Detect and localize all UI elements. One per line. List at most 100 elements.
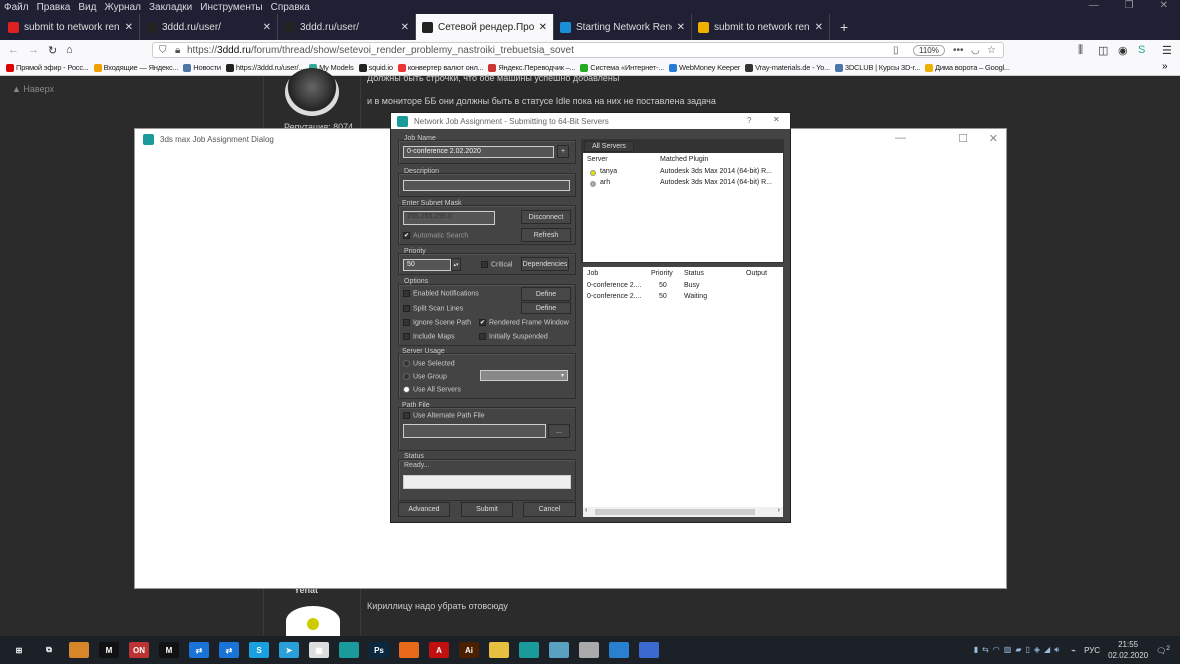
add-job-button[interactable]: + — [557, 145, 569, 158]
server-row[interactable]: arh Autodesk 3ds Max 2014 (64-bit) R... — [583, 179, 783, 190]
star-icon[interactable]: ☆ — [987, 45, 996, 56]
include-maps-checkbox[interactable]: Include Maps — [403, 333, 455, 340]
taskbar-app-icon[interactable] — [339, 642, 359, 658]
library-icon[interactable]: ⫼ — [1078, 44, 1083, 57]
job-row[interactable]: 0-conference 2.... 50 Waiting — [583, 293, 783, 304]
column-header-server[interactable]: Server — [587, 156, 608, 163]
group-dropdown[interactable]: ▾ — [480, 370, 568, 381]
priority-spinner[interactable]: 50 — [403, 259, 451, 271]
menu-item[interactable]: Закладки — [149, 2, 192, 13]
browse-button[interactable]: ... — [548, 424, 570, 438]
taskbar-app-icon[interactable]: ON — [129, 642, 149, 658]
zoom-level[interactable]: 110% — [913, 45, 945, 56]
automatic-search-checkbox[interactable]: ✔ Automatic Search — [403, 232, 468, 239]
menu-item[interactable]: Справка — [271, 2, 310, 13]
rendered-frame-window-checkbox[interactable]: ✔ Rendered Frame Window — [479, 319, 569, 326]
browser-tab[interactable]: Сетевой рендер.Проблемы н ✕ — [416, 14, 554, 40]
taskbar-app-icon[interactable] — [549, 642, 569, 658]
reload-icon[interactable]: ↻ — [48, 44, 57, 57]
user-avatar[interactable] — [286, 606, 340, 636]
browser-tab[interactable]: 3ddd.ru/user/ ✕ — [140, 14, 278, 40]
browser-tab[interactable]: submit to network render: 11 т ✕ — [692, 14, 830, 40]
task-view-button[interactable]: ⧉ — [39, 642, 59, 658]
bookmark[interactable]: конвертер валют онл... — [397, 63, 484, 72]
pocket-icon[interactable]: ◡ — [971, 45, 980, 56]
critical-checkbox[interactable]: Critical — [481, 261, 512, 268]
clock[interactable]: 21:55 02.02.2020 — [1108, 639, 1148, 661]
taskbar-app-icon[interactable] — [609, 642, 629, 658]
close-icon[interactable]: ✕ — [989, 132, 998, 145]
dependencies-button[interactable]: Dependencies — [521, 257, 569, 271]
sidebar-icon[interactable]: ◫ — [1098, 44, 1108, 57]
horizontal-scrollbar[interactable]: ‹ › — [583, 507, 783, 517]
taskbar-app-icon[interactable] — [579, 642, 599, 658]
browser-tab[interactable]: 3ddd.ru/user/ ✕ — [278, 14, 416, 40]
reader-icon[interactable]: ▯ — [893, 45, 899, 56]
taskbar-app-icon[interactable] — [399, 642, 419, 658]
bookmarks-overflow-icon[interactable]: » — [1162, 61, 1168, 72]
close-tab-icon[interactable]: ✕ — [125, 22, 133, 33]
bookmark[interactable]: WebMoney Keeper — [669, 63, 740, 72]
description-input[interactable] — [403, 180, 570, 191]
taskbar-app-icon[interactable] — [489, 642, 509, 658]
path-file-input[interactable] — [403, 424, 546, 438]
job-row[interactable]: 0-conference 2.... 50 Busy — [583, 282, 783, 293]
bookmark[interactable]: Яндекс.Переводчик –... — [488, 63, 575, 72]
minimize-icon[interactable]: — — [1089, 0, 1099, 14]
taskbar-app-icon[interactable]: M — [99, 642, 119, 658]
menu-item[interactable]: Инструменты — [200, 2, 262, 13]
close-icon[interactable]: ✕ — [773, 115, 780, 124]
menu-item[interactable]: Вид — [78, 2, 96, 13]
job-name-input[interactable]: 0-conference 2.02.2020 — [403, 146, 554, 158]
split-scan-lines-checkbox[interactable]: Split Scan Lines — [403, 305, 463, 312]
taskbar-app-icon[interactable] — [69, 642, 89, 658]
taskbar-app-icon[interactable] — [639, 642, 659, 658]
user-avatar[interactable] — [285, 68, 339, 116]
account-icon[interactable]: ◉ — [1118, 44, 1128, 57]
spinner-arrows-icon[interactable]: ▴▾ — [451, 258, 461, 271]
bookmark[interactable]: Vray-materials.de - Yo... — [745, 63, 830, 72]
menu-item[interactable]: Файл — [4, 2, 29, 13]
restore-icon[interactable]: ❐ — [1125, 0, 1134, 14]
more-icon[interactable]: ••• — [953, 45, 964, 56]
taskbar-app-icon[interactable]: A — [429, 642, 449, 658]
enabled-notifications-checkbox[interactable]: Enabled Notifications — [403, 290, 479, 297]
start-button[interactable]: ⊞ — [9, 642, 29, 658]
new-tab-button[interactable]: + — [830, 14, 858, 40]
browser-tab[interactable]: submit to network render — Я ✕ — [2, 14, 140, 40]
minimize-icon[interactable]: — — [895, 132, 906, 144]
use-group-radio[interactable]: Use Group — [403, 373, 447, 380]
back-icon[interactable]: ← — [8, 44, 19, 56]
refresh-button[interactable]: Refresh — [521, 228, 571, 242]
taskbar-app-icon[interactable]: Ai — [459, 642, 479, 658]
tray-icons[interactable]: ▮⇆◠▨▰▯◈◢🔊︎ — [974, 645, 1064, 655]
cancel-button[interactable]: Cancel — [523, 502, 576, 517]
bookmark[interactable]: Система «Интернет-... — [580, 63, 664, 72]
close-tab-icon[interactable]: ✕ — [539, 22, 547, 33]
close-tab-icon[interactable]: ✕ — [263, 22, 271, 33]
maximize-icon[interactable]: ☐ — [958, 132, 968, 145]
close-icon[interactable]: ✕ — [1160, 0, 1168, 14]
subnet-input[interactable]: 255.255.255.0 — [403, 211, 495, 225]
bookmark[interactable]: 3DCLUB | Курсы 3D-r... — [834, 63, 920, 72]
bookmark[interactable]: Дима ворота – Googl... — [925, 63, 1010, 72]
column-header-job[interactable]: Job — [587, 270, 598, 277]
column-header-status[interactable]: Status — [684, 270, 704, 277]
close-tab-icon[interactable]: ✕ — [815, 22, 823, 33]
use-alternate-path-checkbox[interactable]: Use Alternate Path File — [403, 412, 485, 419]
back-to-top-link[interactable]: ▲ Наверх — [12, 84, 54, 94]
hamburger-menu-icon[interactable]: ☰ — [1162, 44, 1172, 57]
notifications-icon[interactable]: 🗨︎2 — [1156, 645, 1170, 656]
bookmark[interactable]: https://3ddd.ru/user/... — [225, 63, 304, 72]
server-row[interactable]: tanya Autodesk 3ds Max 2014 (64-bit) R... — [583, 168, 783, 179]
extension-icon[interactable]: S — [1138, 44, 1145, 56]
help-button[interactable]: ? — [747, 116, 751, 125]
use-all-servers-radio[interactable]: Use All Servers — [403, 386, 461, 393]
close-tab-icon[interactable]: ✕ — [677, 22, 685, 33]
taskbar-app-icon[interactable]: M — [159, 642, 179, 658]
disconnect-button[interactable]: Disconnect — [521, 210, 571, 224]
use-selected-radio[interactable]: Use Selected — [403, 360, 455, 367]
tab-all-servers[interactable]: All Servers — [584, 141, 634, 152]
menu-item[interactable]: Журнал — [104, 2, 141, 13]
menu-item[interactable]: Правка — [37, 2, 71, 13]
